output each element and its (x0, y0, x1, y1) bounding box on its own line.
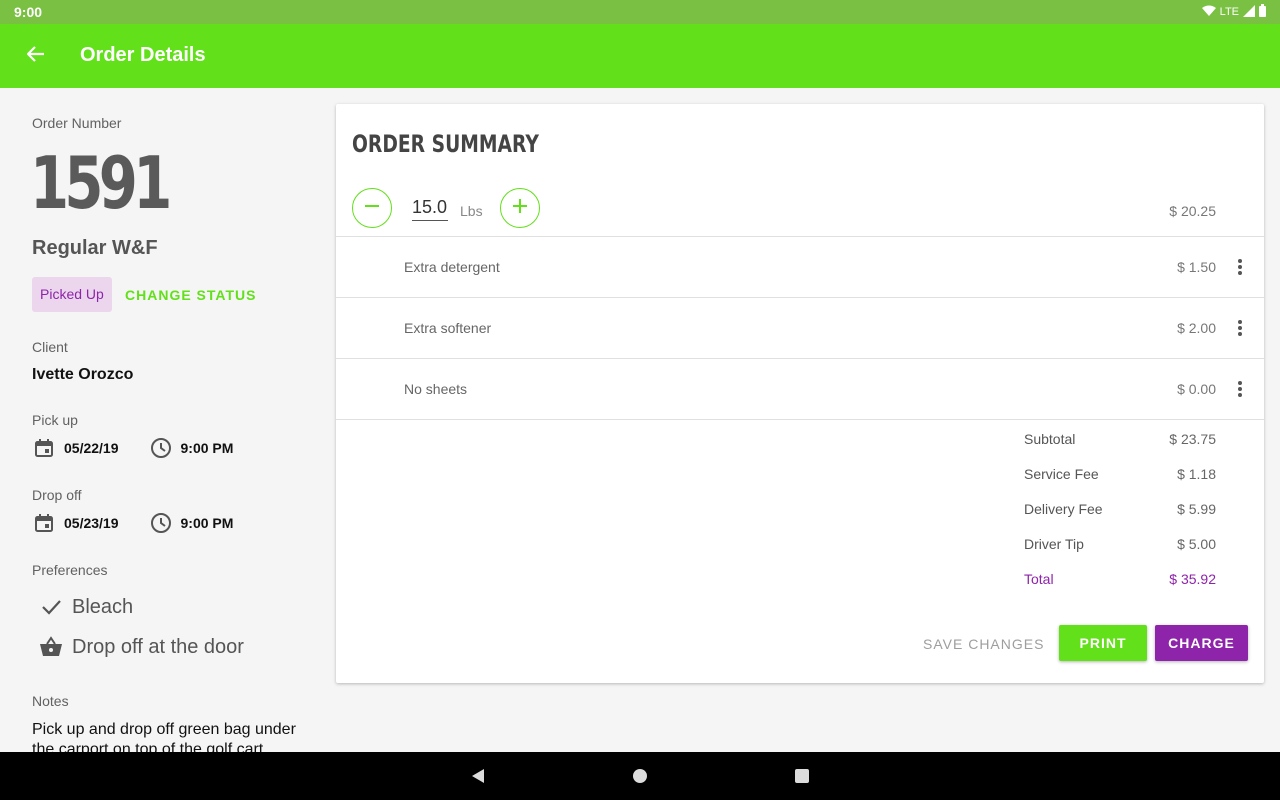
app-bar: Order Details (0, 24, 1280, 88)
nav-recents-icon[interactable] (792, 766, 812, 786)
nav-home-icon[interactable] (630, 766, 650, 786)
calendar-icon (32, 511, 56, 535)
status-badge: Picked Up (32, 277, 112, 312)
service-name: Regular W&F (32, 237, 158, 259)
list-item: Extra detergent $ 1.50 (336, 236, 1264, 297)
dropoff-datetime: 05/23/19 9:00 PM (32, 511, 233, 535)
navigation-bar (0, 752, 1280, 800)
notes-text: Pick up and drop off green bag under the… (32, 721, 296, 752)
wifi-icon (1201, 5, 1216, 20)
plus-icon (512, 198, 528, 219)
charge-button[interactable]: CHARGE (1155, 625, 1248, 661)
save-changes-button[interactable]: SAVE CHANGES (923, 636, 1044, 652)
status-time: 9:00 (14, 4, 43, 20)
dropoff-time: 9:00 PM (180, 515, 234, 531)
increase-quantity-button[interactable] (500, 188, 540, 228)
delivery-fee-label: Delivery Fee (1024, 501, 1103, 517)
nav-back-icon[interactable] (468, 766, 488, 786)
signal-icon (1243, 4, 1255, 20)
item-name: Extra softener (404, 320, 492, 336)
item-price: $ 2.00 (1177, 320, 1216, 336)
clock-icon (149, 511, 173, 535)
decrease-quantity-button[interactable] (352, 188, 392, 228)
order-number: 1591 (30, 141, 172, 225)
total-label: Total (1024, 571, 1054, 587)
preference-text: Bleach (72, 595, 134, 618)
preference-item: Drop off at the door (38, 634, 244, 660)
more-vert-icon[interactable] (1228, 316, 1252, 340)
more-vert-icon[interactable] (1228, 377, 1252, 401)
driver-tip-label: Driver Tip (1024, 536, 1084, 552)
item-price: $ 0.00 (1177, 381, 1216, 397)
subtotal-value: $ 23.75 (1169, 431, 1216, 447)
divider (336, 419, 1264, 420)
more-vert-icon[interactable] (1228, 255, 1252, 279)
subtotal-label: Subtotal (1024, 431, 1076, 447)
clock-icon (149, 436, 173, 460)
calendar-icon (32, 436, 56, 460)
item-price: $ 1.50 (1177, 259, 1216, 275)
pickup-label: Pick up (32, 412, 78, 428)
pickup-date: 05/22/19 (64, 440, 119, 456)
item-name: No sheets (404, 381, 468, 397)
dropoff-label: Drop off (32, 487, 82, 503)
pickup-time: 9:00 PM (180, 440, 234, 456)
quantity-input[interactable]: 15.0 (412, 197, 448, 221)
page-title: Order Details (80, 44, 206, 66)
basket-icon (38, 634, 64, 660)
order-number-label: Order Number (32, 115, 122, 131)
order-info-panel: Order Number 1591 Regular W&F Picked Up … (0, 88, 320, 752)
order-summary-card: ORDER SUMMARY 15.0 Lbs $ 20.25 Extra det… (336, 104, 1264, 683)
client-name: Ivette Orozco (32, 366, 134, 383)
preference-text: Drop off at the door (72, 635, 244, 658)
print-button[interactable]: PRINT (1059, 625, 1147, 661)
quantity-price: $ 20.25 (1169, 203, 1216, 219)
total-value: $ 35.92 (1169, 571, 1216, 587)
preferences-label: Preferences (32, 562, 108, 578)
list-item: No sheets $ 0.00 (336, 358, 1264, 419)
item-name: Extra detergent (404, 259, 500, 275)
delivery-fee-value: $ 5.99 (1177, 501, 1216, 517)
status-bar: 9:00 LTE (0, 0, 1280, 24)
dropoff-date: 05/23/19 (64, 515, 119, 531)
service-fee-value: $ 1.18 (1177, 466, 1216, 482)
check-icon (38, 594, 64, 620)
arrow-left-icon (26, 45, 45, 68)
quantity-unit: Lbs (460, 203, 483, 219)
preference-item: Bleach (38, 594, 133, 620)
list-item: Extra softener $ 2.00 (336, 297, 1264, 358)
network-type: LTE (1219, 6, 1239, 18)
minus-icon (364, 198, 380, 219)
change-status-button[interactable]: CHANGE STATUS (125, 287, 256, 303)
pickup-datetime: 05/22/19 9:00 PM (32, 436, 233, 460)
status-icons: LTE (1201, 4, 1266, 20)
back-button[interactable] (20, 40, 52, 72)
order-summary-title: ORDER SUMMARY (352, 130, 539, 158)
notes-label: Notes (32, 693, 69, 709)
driver-tip-value: $ 5.00 (1177, 536, 1216, 552)
battery-icon (1259, 4, 1266, 20)
client-label: Client (32, 339, 68, 355)
service-fee-label: Service Fee (1024, 466, 1099, 482)
